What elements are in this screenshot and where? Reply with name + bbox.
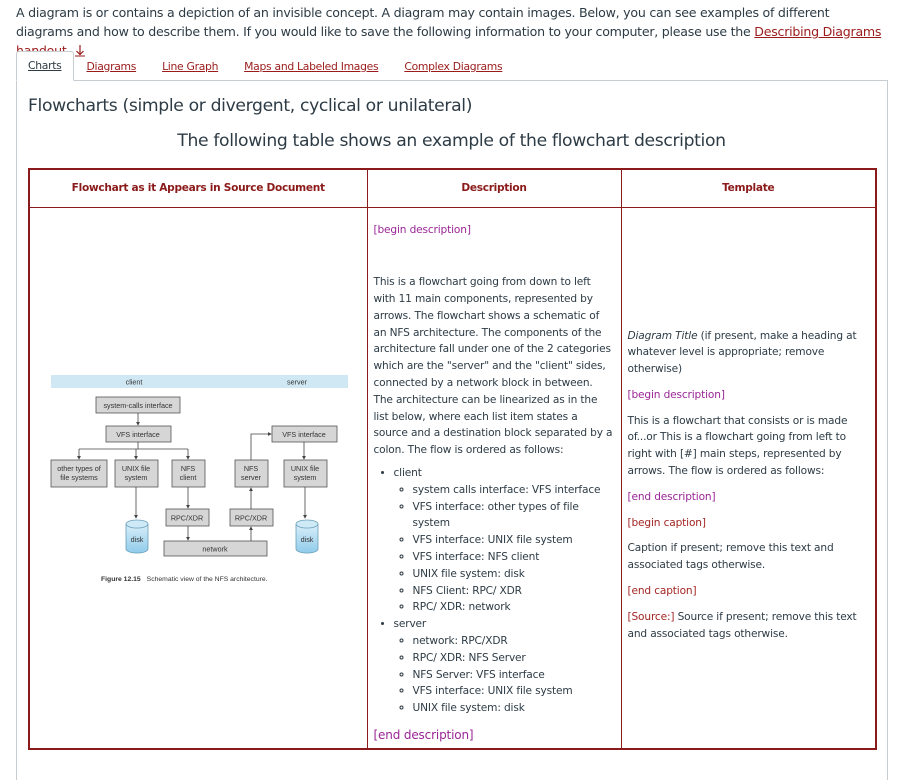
- tab-complex-diagrams[interactable]: Complex Diagrams: [391, 53, 515, 81]
- list-item: UNIX file system: disk: [413, 566, 615, 583]
- box-network: network: [163, 540, 268, 556]
- list-item: VFS interface: UNIX file system: [413, 532, 615, 549]
- header-flowchart-source: Flowchart as it Appears in Source Docume…: [28, 168, 368, 208]
- band-label-server: server: [287, 377, 308, 386]
- list-item: RPC/ XDR: NFS Server: [413, 650, 615, 667]
- svg-text:NFS: NFS: [244, 464, 259, 473]
- svg-text:VFS interface: VFS interface: [282, 430, 326, 439]
- svg-text:file systems: file systems: [60, 473, 98, 482]
- flow-group-server: server network: RPC/XDR RPC/ XDR: NFS Se…: [394, 616, 615, 717]
- flow-list: client system calls interface: VFS inter…: [374, 465, 615, 717]
- svg-text:system-calls interface: system-calls interface: [103, 401, 172, 410]
- svg-text:system: system: [294, 473, 317, 482]
- svg-text:server: server: [241, 473, 262, 482]
- svg-text:client: client: [180, 473, 197, 482]
- description-paragraph: This is a flowchart going from down to l…: [373, 276, 613, 457]
- disk-client: disk: [125, 519, 149, 553]
- header-template: Template: [620, 168, 877, 208]
- section-title: Flowcharts (simple or divergent, cyclica…: [28, 96, 473, 116]
- box-nfs-client: NFS client: [171, 459, 206, 487]
- tab-diagrams[interactable]: Diagrams: [74, 53, 150, 81]
- flowchart-example-table: Flowchart as it Appears in Source Docume…: [28, 168, 877, 750]
- nfs-architecture-figure: client server system-calls interface VFS…: [50, 374, 348, 583]
- list-item: network: RPC/XDR: [413, 633, 615, 650]
- template-begin-description: [begin description]: [627, 388, 725, 401]
- template-end-description: [end description]: [627, 490, 716, 503]
- box-nfs-server: NFS server: [234, 459, 269, 487]
- list-item: NFS Client: RPC/ XDR: [413, 583, 615, 600]
- svg-text:disk: disk: [301, 535, 314, 544]
- box-vfs-interface-client: VFS interface: [105, 425, 172, 442]
- list-item: UNIX file system: disk: [413, 700, 615, 717]
- flow-group-client: client system calls interface: VFS inter…: [394, 465, 615, 616]
- box-unix-fs-client: UNIX file system: [114, 459, 159, 487]
- template-body: This is a flowchart that consists or is …: [627, 414, 848, 478]
- intro-text: A diagram is or contains a depiction of …: [16, 5, 830, 39]
- template-title-line: Diagram Title (if present, make a headin…: [627, 329, 857, 376]
- svg-text:other types of: other types of: [57, 464, 101, 473]
- box-unix-fs-server: UNIX file system: [283, 459, 328, 487]
- svg-text:NFS: NFS: [181, 464, 196, 473]
- figure-caption: Figure 12.15 Schematic view of the NFS ar…: [101, 576, 268, 583]
- diagram-type-tabs: Charts Diagrams Line Graph Maps and Labe…: [16, 51, 888, 81]
- template-begin-caption: [begin caption]: [627, 516, 706, 529]
- svg-text:disk: disk: [131, 535, 144, 544]
- flowchart-image-cell: client server system-calls interface VFS…: [28, 206, 368, 750]
- template-cell: Diagram Title (if present, make a headin…: [620, 206, 877, 750]
- box-rpc-xdr-server: RPC/XDR: [229, 508, 274, 526]
- svg-text:network: network: [202, 544, 228, 553]
- template-source-line: [Source:] Source if present; remove this…: [627, 610, 857, 640]
- band-label-client: client: [126, 377, 143, 386]
- template-caption-body: Caption if present; remove this text and…: [627, 542, 834, 572]
- svg-text:RPC/XDR: RPC/XDR: [171, 513, 203, 522]
- list-item: RPC/ XDR: network: [413, 599, 615, 616]
- description-cell: [begin description] This is a flowchart …: [366, 206, 622, 750]
- end-description-tag: [end description]: [373, 728, 474, 743]
- tab-maps-and-labeled-images[interactable]: Maps and Labeled Images: [231, 53, 391, 81]
- svg-text:UNIX file: UNIX file: [122, 464, 150, 473]
- box-vfs-interface-server: VFS interface: [271, 425, 338, 442]
- list-item: VFS interface: other types of file syste…: [413, 499, 615, 533]
- list-item: VFS interface: UNIX file system: [413, 683, 615, 700]
- list-item: system calls interface: VFS interface: [413, 482, 615, 499]
- svg-text:VFS interface: VFS interface: [116, 430, 160, 439]
- svg-text:RPC/XDR: RPC/XDR: [235, 513, 267, 522]
- svg-text:UNIX file: UNIX file: [291, 464, 319, 473]
- list-item: VFS interface: NFS client: [413, 549, 615, 566]
- tab-charts[interactable]: Charts: [16, 51, 74, 81]
- svg-text:system: system: [125, 473, 148, 482]
- disk-server: disk: [295, 519, 319, 553]
- list-item: NFS Server: VFS interface: [413, 667, 615, 684]
- header-description: Description: [366, 168, 622, 208]
- box-other-file-systems: other types of file systems: [50, 459, 108, 487]
- begin-description-tag: [begin description]: [373, 223, 471, 236]
- tab-line-graph[interactable]: Line Graph: [149, 53, 231, 81]
- box-system-calls-interface: system-calls interface: [95, 396, 181, 413]
- template-end-caption: [end caption]: [627, 585, 697, 598]
- box-rpc-xdr-client: RPC/XDR: [165, 508, 210, 526]
- table-caption: The following table shows an example of …: [177, 131, 726, 151]
